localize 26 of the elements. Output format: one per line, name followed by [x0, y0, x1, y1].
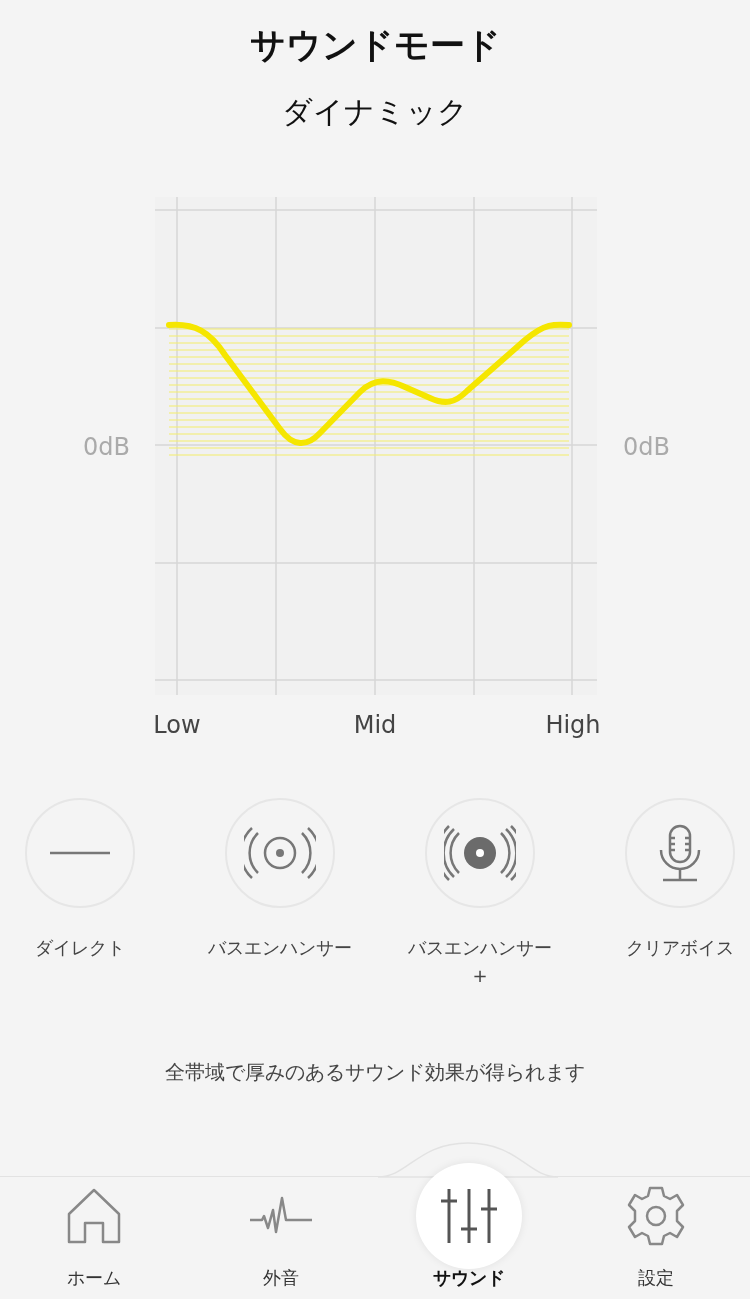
mode-name: ダイナミック	[281, 93, 469, 131]
home-icon	[66, 1188, 121, 1244]
mode-button[interactable]	[625, 798, 735, 908]
mode-label: バスエンハンサー +	[407, 936, 553, 988]
sliders-icon	[439, 1187, 498, 1245]
axis-label: High	[544, 710, 602, 741]
microphone-icon	[658, 824, 702, 882]
mode-button[interactable]	[425, 798, 535, 908]
tab-label: ホーム	[66, 1266, 121, 1290]
axis-label: Low	[152, 710, 202, 741]
mode-button[interactable]	[225, 798, 335, 908]
axis-label: 0dB	[82, 432, 131, 463]
axis-label: 0dB	[622, 432, 671, 463]
mode-label: クリアボイス	[625, 936, 735, 960]
pulse-icon	[250, 1196, 313, 1236]
axis-label: Mid	[352, 710, 398, 741]
tab-label: サウンド	[432, 1266, 505, 1290]
speaker-waves-icon	[244, 825, 316, 881]
mode-label: バスエンハンサー	[207, 936, 353, 960]
line-icon	[50, 851, 110, 855]
description-text: 全帯域で厚みのあるサウンド効果が得られます	[164, 1059, 586, 1086]
tab-label: 外音	[263, 1266, 300, 1290]
tab-label: 設定	[638, 1266, 675, 1290]
mode-label: ダイレクト	[34, 936, 126, 960]
speaker-waves-icon	[444, 825, 516, 881]
page-title: サウンドモード	[248, 24, 502, 67]
